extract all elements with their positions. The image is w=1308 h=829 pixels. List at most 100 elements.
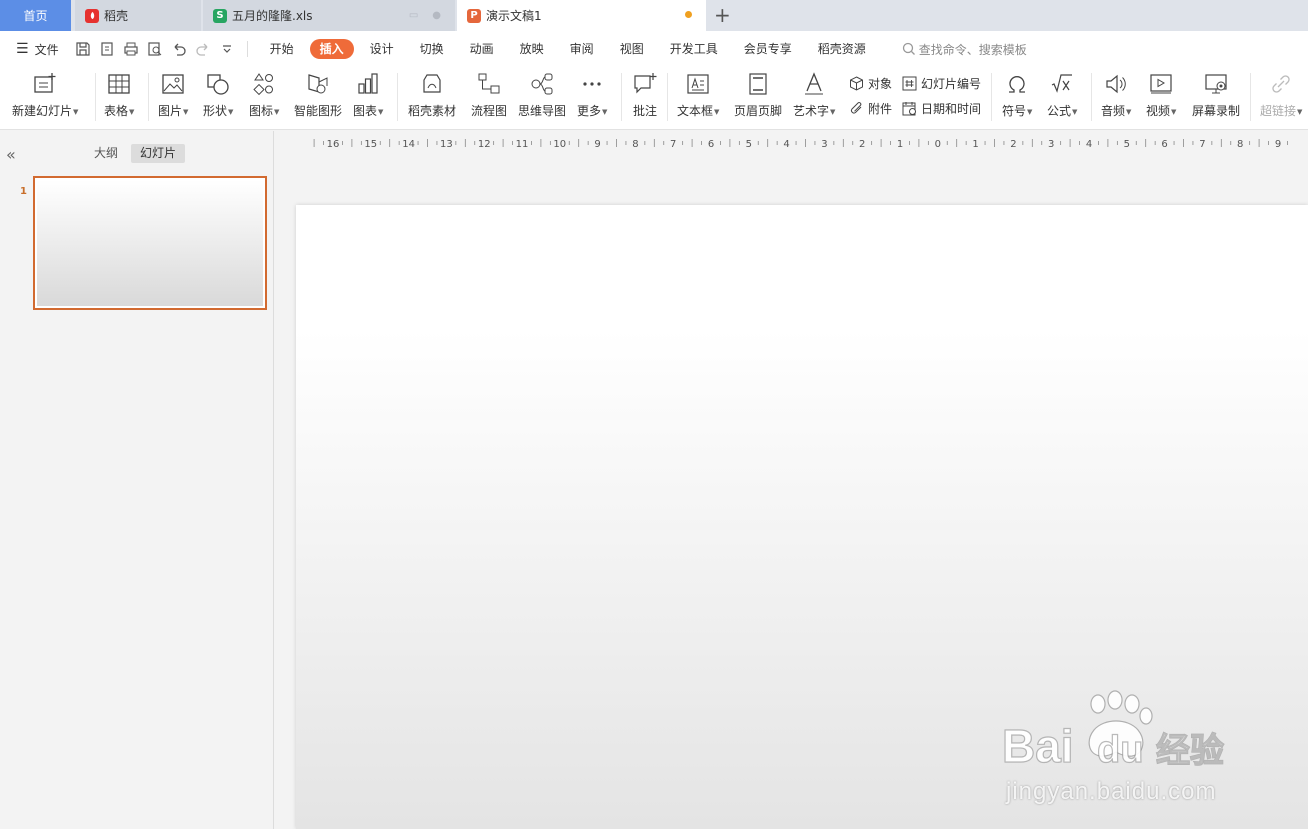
ruler-label: 16 [327, 139, 340, 150]
docer-material-label: 稻壳素材 [408, 104, 457, 118]
menu-design[interactable]: 设计 [360, 39, 404, 59]
svg-text:经验: 经验 [1156, 731, 1224, 770]
shape-button[interactable]: 形状▼ [203, 71, 233, 125]
screen-record-label: 屏幕录制 [1192, 104, 1241, 118]
audio-button[interactable]: 音频▼ [1101, 71, 1131, 125]
menu-view[interactable]: 视图 [610, 39, 654, 59]
menu-member[interactable]: 会员专享 [734, 39, 802, 59]
attachment-button[interactable]: 附件 [849, 99, 892, 117]
file-menu[interactable]: ☰ 文件 [16, 41, 59, 58]
slide-number-label: 幻灯片编号 [921, 76, 982, 91]
menu-transitions[interactable]: 切换 [410, 39, 454, 59]
new-slide-icon [34, 73, 56, 93]
chart-label: 图表 [353, 104, 378, 118]
slide-number-button[interactable]: 幻灯片编号 [902, 74, 981, 92]
textbox-label: 文本框 [677, 104, 714, 118]
ruler-label: 10 [553, 139, 566, 150]
table-label: 表格 [104, 104, 129, 118]
wordart-button[interactable]: 艺术字▼ [793, 71, 835, 125]
tab-slides[interactable]: 幻灯片 [131, 144, 186, 163]
ruler-label: 3 [821, 139, 827, 150]
menu-home[interactable]: 开始 [260, 39, 304, 59]
ruler-label: 11 [516, 139, 529, 150]
docer-material-button[interactable]: 稻壳素材 [408, 71, 456, 125]
ruler-label: 5 [1124, 139, 1130, 150]
smart-graphic-button[interactable]: 智能图形 [294, 71, 342, 125]
formula-button[interactable]: 公式▼ [1047, 71, 1077, 125]
menu-docer-resources[interactable]: 稻壳资源 [808, 39, 876, 59]
more-button[interactable]: 更多▼ [577, 71, 607, 125]
tab-outline[interactable]: 大纲 [85, 144, 127, 163]
print-preview-icon[interactable] [147, 41, 163, 57]
chart-button[interactable]: 图表▼ [353, 71, 383, 125]
slide-thumbnail[interactable] [33, 176, 267, 310]
menu-insert[interactable]: 插入 [309, 39, 354, 59]
textbox-button[interactable]: 文本框▼ [677, 71, 719, 125]
menu-items: 开始 插入 设计 切换 动画 放映 审阅 视图 开发工具 会员专享 稻壳资源 [260, 39, 882, 59]
baidu-logo: Bai du 经验 [1001, 690, 1225, 773]
baidu-watermark: Bai du 经验 jingyan.baidu.com [1000, 690, 1250, 805]
tab-spreadsheet[interactable]: S 五月的隆隆.xls ▭ ● [203, 0, 455, 31]
table-button[interactable]: 表格▼ [104, 71, 134, 125]
tab-home[interactable]: 首页 [0, 0, 71, 31]
hyperlink-button[interactable]: 超链接▼ [1260, 71, 1302, 125]
redo-icon[interactable] [195, 41, 211, 57]
tab-docer[interactable]: 稻壳 [75, 0, 201, 31]
horizontal-ruler: 16 15 14 13 12 11 10 9 8 7 6 5 4 3 2 1 0 1 2 3 4 5 6 7 8 9 [313, 139, 1288, 150]
menu-developer[interactable]: 开发工具 [660, 39, 728, 59]
ruler-label: 8 [1237, 139, 1243, 150]
smart-graphic-icon [308, 74, 328, 94]
close-dot-icon[interactable]: ● [432, 10, 441, 21]
watermark-url: jingyan.baidu.com [1006, 778, 1217, 805]
monitor-icon[interactable]: ▭ [409, 10, 418, 21]
collapse-panel-icon[interactable]: « [6, 145, 16, 164]
calendar-icon [902, 101, 916, 115]
icons-library-icon [253, 73, 274, 96]
ribbon-insert: 新建幻灯片▼ 表格▼ 图片▼ 形状▼ 图标▼ 智能图形 图表▼ 稻壳素材 流程图… [0, 67, 1308, 130]
comment-icon [634, 73, 657, 94]
header-footer-button[interactable]: 页眉页脚 [734, 71, 782, 125]
print-icon[interactable] [123, 41, 139, 57]
hyperlink-label: 超链接 [1260, 104, 1297, 118]
speaker-icon [1106, 74, 1126, 94]
paperclip-icon [851, 101, 862, 113]
bar-chart-icon [358, 73, 378, 94]
ruler-label: 6 [708, 139, 714, 150]
date-time-label: 日期和时间 [921, 101, 982, 116]
save-icon[interactable] [75, 41, 91, 57]
ruler-label: 2 [859, 139, 865, 150]
comment-button[interactable]: 批注 [632, 71, 658, 125]
quick-access-toolbar [75, 41, 248, 57]
new-slide-button[interactable]: 新建幻灯片▼ [12, 71, 78, 125]
ruler-label: 7 [1199, 139, 1205, 150]
image-label: 图片 [158, 104, 183, 118]
file-menu-label: 文件 [34, 42, 59, 57]
object-button[interactable]: 对象 [849, 74, 892, 92]
hash-icon [902, 76, 917, 90]
date-time-button[interactable]: 日期和时间 [902, 99, 981, 117]
tab-presentation[interactable]: P 演示文稿1 [457, 0, 706, 31]
mindmap-button[interactable]: 思维导图 [518, 71, 566, 125]
menu-bar: ☰ 文件 开始 插入 设计 切换 动画 放映 审阅 视图 开发工具 会员专享 稻… [0, 31, 1308, 67]
video-button[interactable]: 视频▼ [1146, 71, 1176, 125]
command-search[interactable]: 查找命令、搜索模板 [902, 41, 1027, 58]
flowchart-button[interactable]: 流程图 [471, 71, 507, 125]
menu-review[interactable]: 审阅 [560, 39, 604, 59]
export-pdf-icon[interactable] [99, 41, 115, 57]
new-tab-button[interactable]: + [714, 3, 731, 27]
screen-record-icon [1205, 74, 1227, 94]
ruler-label: 5 [746, 139, 752, 150]
spreadsheet-icon: S [213, 8, 227, 23]
wordart-icon [805, 72, 824, 95]
screen-record-button[interactable]: 屏幕录制 [1192, 71, 1240, 125]
menu-animations[interactable]: 动画 [460, 39, 504, 59]
ruler-label: 7 [670, 139, 676, 150]
symbol-button[interactable]: 符号▼ [1002, 71, 1032, 125]
menu-slideshow[interactable]: 放映 [510, 39, 554, 59]
command-search-placeholder: 查找命令、搜索模板 [918, 42, 1027, 57]
icon-button[interactable]: 图标▼ [249, 71, 279, 125]
image-button[interactable]: 图片▼ [158, 71, 188, 125]
undo-icon[interactable] [171, 41, 187, 57]
ruler-label: 12 [478, 139, 491, 150]
customize-toolbar-icon[interactable] [219, 41, 235, 57]
